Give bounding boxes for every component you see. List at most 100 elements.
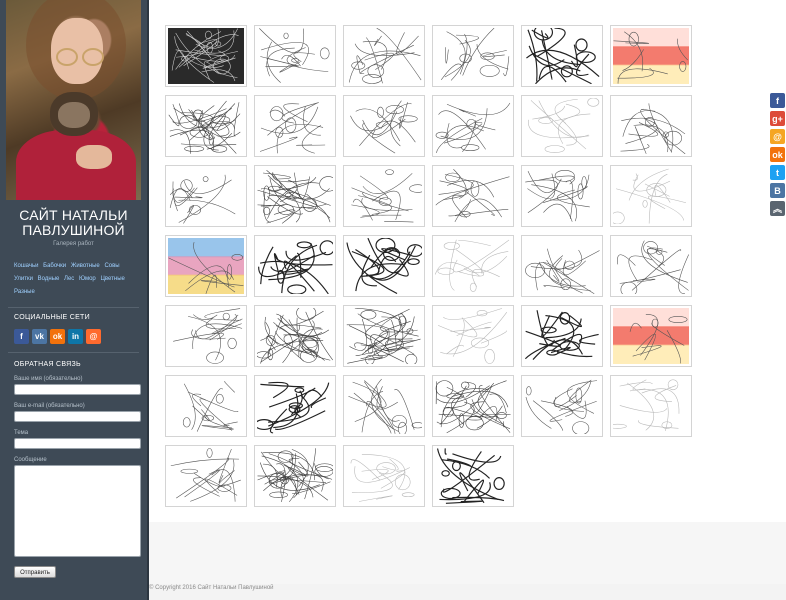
gallery-thumbnail[interactable] <box>432 95 514 157</box>
gallery-thumbnail[interactable] <box>254 95 336 157</box>
category-link[interactable]: Совы <box>104 263 119 269</box>
artwork-image <box>435 168 511 224</box>
gallery-thumbnail[interactable] <box>165 305 247 367</box>
gallery-thumbnail[interactable] <box>521 95 603 157</box>
artwork-image <box>435 98 511 154</box>
artwork-image <box>168 168 244 224</box>
gallery-thumbnail[interactable] <box>343 305 425 367</box>
divider <box>8 352 139 353</box>
artwork-image <box>257 378 333 434</box>
facebook-share-icon[interactable]: f <box>770 93 785 108</box>
email-label: Ваш e-mail (обязательно) <box>14 403 85 409</box>
category-link[interactable]: Юмор <box>79 276 96 282</box>
gallery-thumbnail[interactable] <box>254 445 336 507</box>
email-field[interactable] <box>14 411 141 422</box>
mailru-icon[interactable]: @ <box>86 329 101 344</box>
gallery-thumbnail[interactable] <box>165 375 247 437</box>
category-link[interactable]: Улитки <box>14 276 33 282</box>
gallery-thumbnail[interactable] <box>610 235 692 297</box>
gallery-thumbnail[interactable] <box>254 25 336 87</box>
artwork-image <box>524 98 600 154</box>
gallery-thumbnail[interactable] <box>521 165 603 227</box>
copyright: © Copyright 2016 Сайт Натальи Павлушиной <box>149 585 274 591</box>
gallery-thumbnail[interactable] <box>432 25 514 87</box>
gallery-thumbnail[interactable] <box>343 375 425 437</box>
artwork-image <box>346 28 422 84</box>
category-link[interactable]: Бабочки <box>43 263 66 269</box>
artwork-image <box>613 28 689 84</box>
gallery-thumbnail[interactable] <box>432 165 514 227</box>
gallery-thumbnail[interactable] <box>521 25 603 87</box>
artwork-image <box>257 168 333 224</box>
artwork-image <box>435 308 511 364</box>
gallery-thumbnail[interactable] <box>254 165 336 227</box>
gallery-thumbnail[interactable] <box>610 165 692 227</box>
gallery-thumbnail[interactable] <box>432 375 514 437</box>
linkedin-icon[interactable]: in <box>68 329 83 344</box>
gallery-thumbnail[interactable] <box>343 25 425 87</box>
gallery-thumbnail[interactable] <box>165 95 247 157</box>
gallery-thumbnail[interactable] <box>343 445 425 507</box>
divider <box>8 307 139 308</box>
artwork-image <box>613 98 689 154</box>
artwork-image <box>346 98 422 154</box>
artwork-image <box>346 378 422 434</box>
artwork-image <box>168 378 244 434</box>
sidebar: САЙТ НАТАЛЬИ ПАВЛУШИНОЙ Галерея работ Ко… <box>0 0 149 600</box>
gallery-thumbnail[interactable] <box>432 445 514 507</box>
share-bar: f g+ @ ok t B ︽ <box>770 93 786 219</box>
artwork-image <box>524 378 600 434</box>
gallery-thumbnail[interactable] <box>610 25 692 87</box>
category-link[interactable]: Цветные <box>100 276 124 282</box>
message-field[interactable] <box>14 465 141 557</box>
gallery-thumbnail[interactable] <box>610 95 692 157</box>
gallery-thumbnail[interactable] <box>165 165 247 227</box>
gallery-thumbnail[interactable] <box>610 305 692 367</box>
mailru-share-icon[interactable]: @ <box>770 129 785 144</box>
odnoklassniki-icon[interactable]: ok <box>50 329 65 344</box>
vk-share-icon[interactable]: B <box>770 183 785 198</box>
gallery-thumbnail[interactable] <box>610 375 692 437</box>
category-link[interactable]: Кошачьи <box>14 263 38 269</box>
artwork-image <box>346 168 422 224</box>
gallery-thumbnail[interactable] <box>343 165 425 227</box>
category-link[interactable]: Водные <box>38 276 60 282</box>
gallery-thumbnail[interactable] <box>165 235 247 297</box>
odnoklassniki-share-icon[interactable]: ok <box>770 147 785 162</box>
artwork-image <box>168 308 244 364</box>
name-field[interactable] <box>14 384 141 395</box>
gallery-thumbnail[interactable] <box>521 235 603 297</box>
scroll-up-icon[interactable]: ︽ <box>770 201 785 216</box>
gallery-thumbnail[interactable] <box>432 305 514 367</box>
gallery-thumbnail[interactable] <box>343 235 425 297</box>
category-link[interactable]: Разные <box>14 289 35 295</box>
social-links: f vk ok in @ <box>14 329 101 344</box>
category-link[interactable]: Животные <box>71 263 100 269</box>
gallery-thumbnail[interactable] <box>432 235 514 297</box>
twitter-share-icon[interactable]: t <box>770 165 785 180</box>
gallery-thumbnail[interactable] <box>521 305 603 367</box>
artwork-image <box>524 308 600 364</box>
category-link[interactable]: Лес <box>64 276 74 282</box>
artwork-image <box>168 448 244 504</box>
gallery-thumbnail[interactable] <box>254 235 336 297</box>
name-label: Ваше имя (обязательно) <box>14 376 83 382</box>
send-button[interactable]: Отправить <box>14 566 56 578</box>
google-plus-share-icon[interactable]: g+ <box>770 111 785 126</box>
gallery-thumbnail[interactable] <box>254 305 336 367</box>
gallery-thumbnail[interactable] <box>343 95 425 157</box>
vk-icon[interactable]: vk <box>32 329 47 344</box>
gallery-thumbnail[interactable] <box>165 25 247 87</box>
artwork-image <box>524 28 600 84</box>
subject-field[interactable] <box>14 438 141 449</box>
gallery-thumbnail[interactable] <box>165 445 247 507</box>
facebook-icon[interactable]: f <box>14 329 29 344</box>
artwork-image <box>257 448 333 504</box>
gallery-thumbnail[interactable] <box>254 375 336 437</box>
artwork-image <box>168 238 244 294</box>
gallery-thumbnail[interactable] <box>521 375 603 437</box>
artwork-image <box>613 308 689 364</box>
message-label: Сообщение <box>14 457 47 463</box>
artwork-image <box>613 238 689 294</box>
site-title[interactable]: САЙТ НАТАЛЬИ ПАВЛУШИНОЙ <box>0 208 147 238</box>
